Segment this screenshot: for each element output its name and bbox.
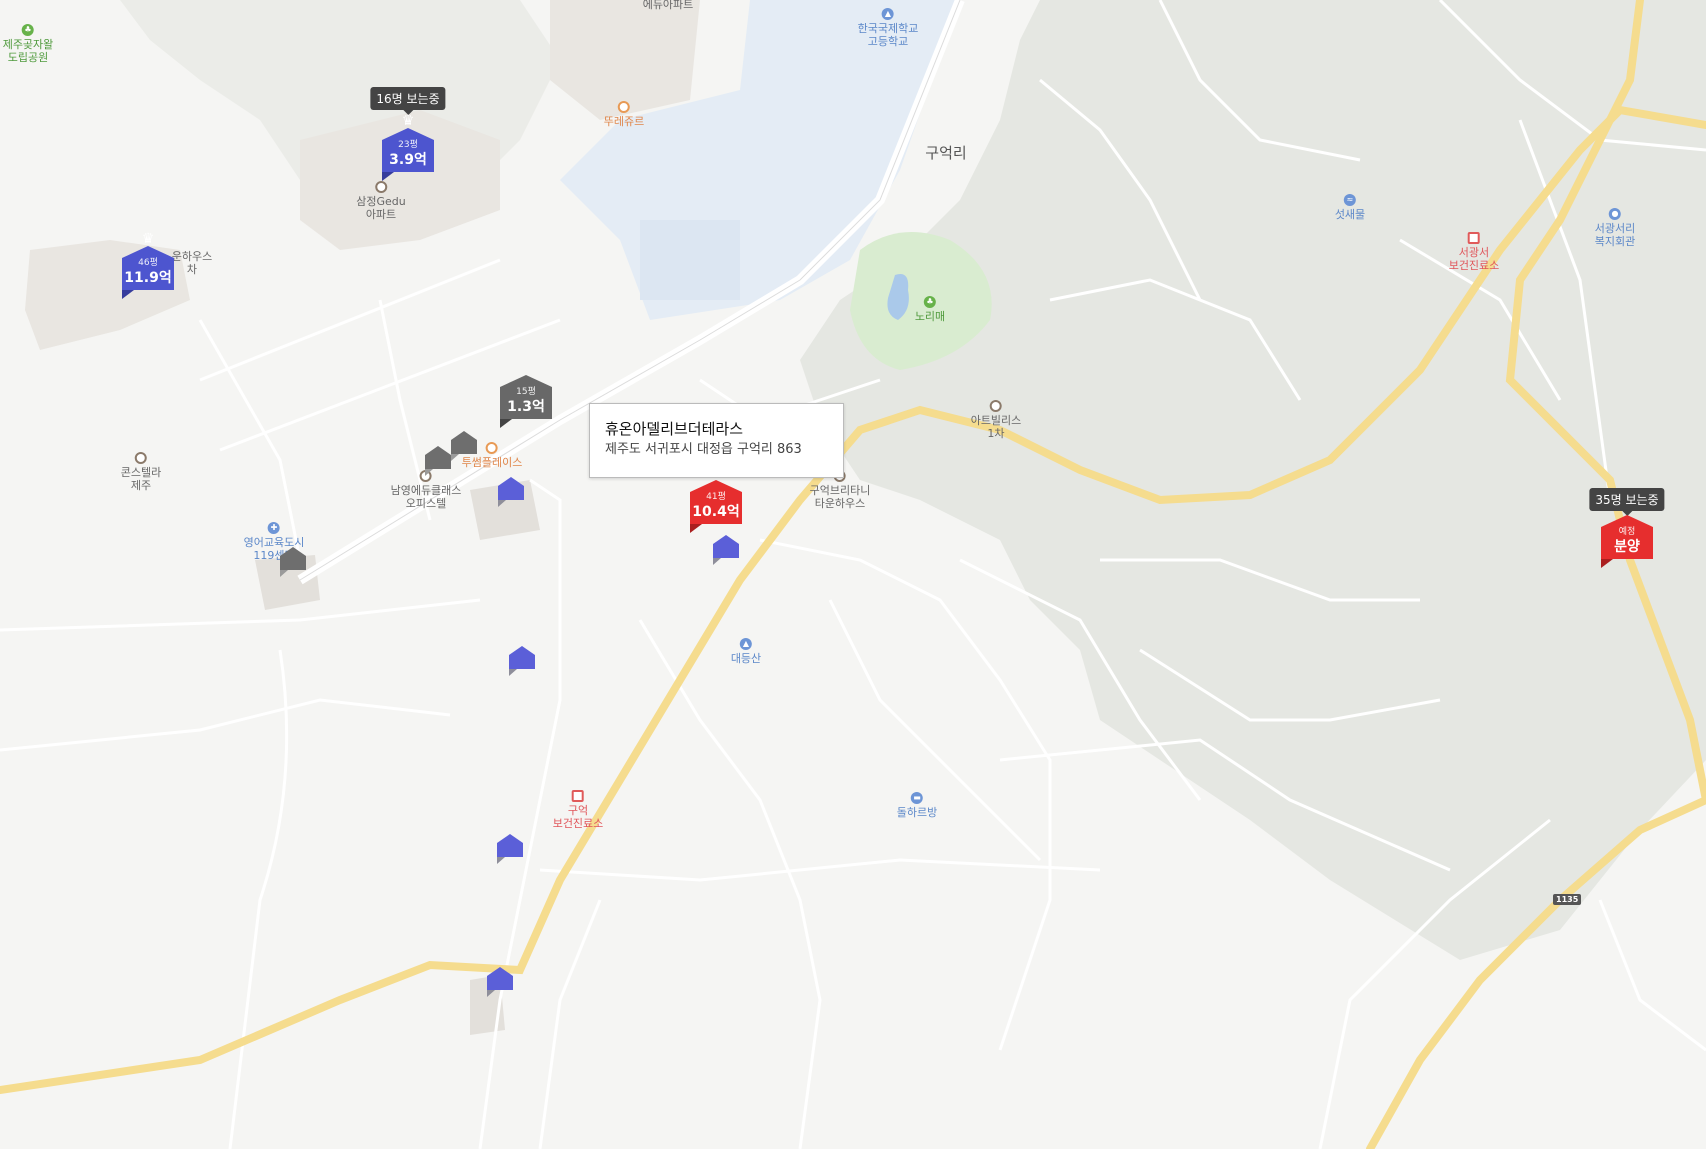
- lodging-icon: ▬: [910, 792, 923, 804]
- map-canvas[interactable]: 구억리 1135 ♣ 제주곶자왈 도립공원 에듀아파트 ▲ 한국국제학교 고등학교 …: [0, 0, 1706, 1149]
- poi-tous-les-jours[interactable]: 뚜레쥬르: [604, 101, 644, 128]
- poi-edu-apartment[interactable]: 에듀아파트: [643, 0, 694, 11]
- price-marker-presale[interactable]: 예정 분양: [1601, 515, 1653, 568]
- apartment-icon: [134, 452, 147, 464]
- apartment-icon: [989, 400, 1002, 412]
- hospital-icon: [1467, 232, 1480, 244]
- viewer-count-badge: 16명 보는중: [370, 87, 446, 115]
- viewer-count-badge: 35명 보는중: [1589, 488, 1665, 516]
- park-icon: ♣: [924, 296, 936, 308]
- map-base: [0, 0, 1706, 1149]
- poi-seogwang-welfare-center[interactable]: ● 서광서리 복지회관: [1595, 208, 1635, 248]
- poi-daedeungsan[interactable]: ▲ 대등산: [731, 638, 761, 665]
- poi-namyoung-educlass[interactable]: 남영에듀클래스 오피스텔: [391, 470, 461, 510]
- mountain-icon: ▲: [740, 638, 752, 650]
- park-icon: ♣: [21, 24, 34, 36]
- price-marker-namyoung[interactable]: 15평 1.3억: [500, 375, 552, 428]
- listing-marker-small[interactable]: [425, 446, 451, 476]
- listing-marker-small[interactable]: [713, 535, 739, 565]
- community-center-icon: ●: [1608, 208, 1621, 220]
- listing-marker-small[interactable]: [497, 834, 523, 864]
- listing-info-popup[interactable]: 휴온아델리브더테라스 제주도 서귀포시 대정읍 구억리 863: [589, 403, 844, 478]
- region-label-gueok-ri: 구억리: [925, 144, 967, 162]
- poi-art-villas[interactable]: 아트빌리스 1차: [971, 400, 1021, 440]
- crown-icon: ♛: [141, 231, 155, 247]
- listing-marker-small[interactable]: [498, 477, 524, 507]
- price-marker-selected[interactable]: 41평 10.4억: [690, 480, 742, 533]
- poi-samjeong-gedu[interactable]: 삼정Gedu 아파트: [356, 181, 406, 221]
- poi-gueok-clinic[interactable]: 구억 보건진료소: [553, 790, 603, 830]
- fire-station-icon: ✚: [267, 522, 280, 534]
- listing-marker-small[interactable]: [451, 431, 477, 461]
- listing-marker-small[interactable]: [487, 967, 513, 997]
- school-icon: ▲: [881, 8, 894, 20]
- listing-marker-small[interactable]: [509, 646, 535, 676]
- poi-park[interactable]: ♣ 제주곶자왈 도립공원: [3, 24, 53, 64]
- poi-dolharbang[interactable]: ▬ 돌하르방: [897, 792, 937, 819]
- poi-townhouse[interactable]: 운하우스 차: [172, 250, 212, 276]
- hospital-icon: [571, 790, 584, 802]
- popup-address: 제주도 서귀포시 대정읍 구억리 863: [605, 442, 802, 457]
- poi-korea-international-school[interactable]: ▲ 한국국제학교 고등학교: [858, 8, 918, 48]
- cafe-icon: [485, 442, 498, 454]
- poi-seotsaemul[interactable]: ≈ 섯새물: [1335, 194, 1365, 221]
- crown-icon: ♛: [401, 113, 415, 129]
- poi-constella[interactable]: 콘스텔라 제주: [121, 452, 161, 492]
- water-icon: ≈: [1344, 194, 1356, 206]
- price-marker-townhouse[interactable]: ♛ 46평 11.9억: [122, 231, 174, 299]
- route-shield-1135: 1135: [1553, 894, 1582, 905]
- restaurant-icon: [617, 101, 630, 113]
- poi-seogwang-clinic[interactable]: 서광서 보건진료소: [1449, 232, 1499, 272]
- price-marker-samjeong[interactable]: ♛ 23평 3.9억: [382, 113, 434, 181]
- apartment-icon: [375, 181, 387, 193]
- school-field: [640, 220, 740, 300]
- poi-norimae[interactable]: ♣ 노리매: [915, 296, 945, 323]
- listing-marker-small[interactable]: [280, 547, 306, 577]
- popup-title: 휴온아델리브더테라스: [605, 420, 744, 438]
